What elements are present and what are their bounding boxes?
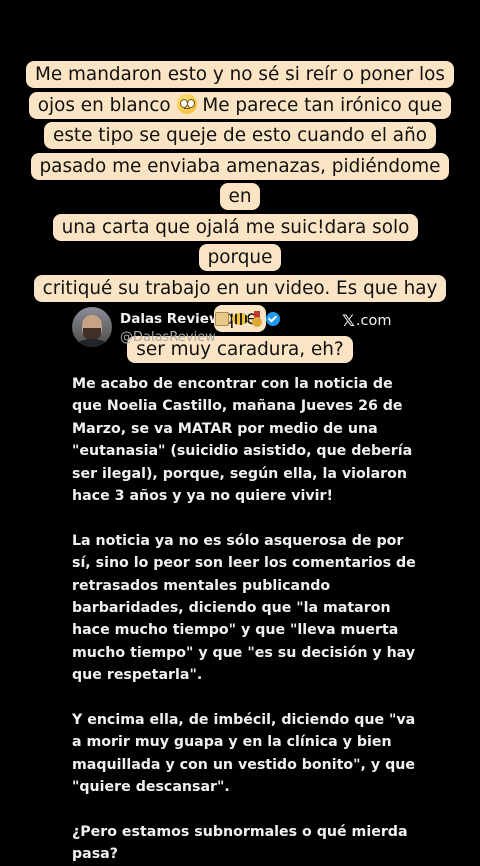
x-logo-icon: 𝕏 xyxy=(342,311,355,330)
caption-line-5: una carta que ojalá me suic!dara solo po… xyxy=(52,213,419,271)
x-com-suffix: .com xyxy=(355,312,392,329)
avatar[interactable] xyxy=(72,307,112,347)
caption-line-1: Me mandaron esto y no sé si reír o poner… xyxy=(25,61,455,88)
tweet-paragraph-1: Me acabo de encontrar con la noticia de … xyxy=(72,376,413,505)
face-with-rolling-eyes-emoji xyxy=(176,93,197,114)
caption-line-2-text: ojos en blanco xyxy=(37,94,171,116)
box-emoji xyxy=(215,312,229,326)
x-com-watermark: 𝕏 .com xyxy=(342,311,391,330)
tweet-text: Me acabo de encontrar con la noticia de … xyxy=(72,373,417,866)
caption-line-4: pasado me enviaba amenazas, pidiéndome e… xyxy=(30,152,450,210)
bee-emoji xyxy=(232,313,248,325)
tweet-paragraph-2: La noticia ya no es sólo asquerosa de po… xyxy=(72,532,416,684)
verified-badge-icon xyxy=(266,312,280,326)
tweet-handle[interactable]: @DalasReview xyxy=(120,330,216,345)
caption-line-2-rest: Me parece tan irónico que xyxy=(202,94,443,116)
tweet-display-name[interactable]: Dalas Review xyxy=(120,311,221,327)
tweet-paragraph-4: ¿Pero estamos subnormales o qué mierda p… xyxy=(72,824,408,863)
medal-emoji xyxy=(251,311,263,327)
caption-line-3: este tipo se queje de esto cuando el año xyxy=(44,122,436,149)
profile-badges xyxy=(215,310,280,328)
tweet-header: Dalas Review @DalasReview 𝕏 .com xyxy=(72,307,412,351)
tweet-paragraph-3: Y encima ella, de imbécil, diciendo que … xyxy=(72,712,416,796)
caption-line-2: ojos en blanco Me parece tan irónico que xyxy=(28,91,452,119)
